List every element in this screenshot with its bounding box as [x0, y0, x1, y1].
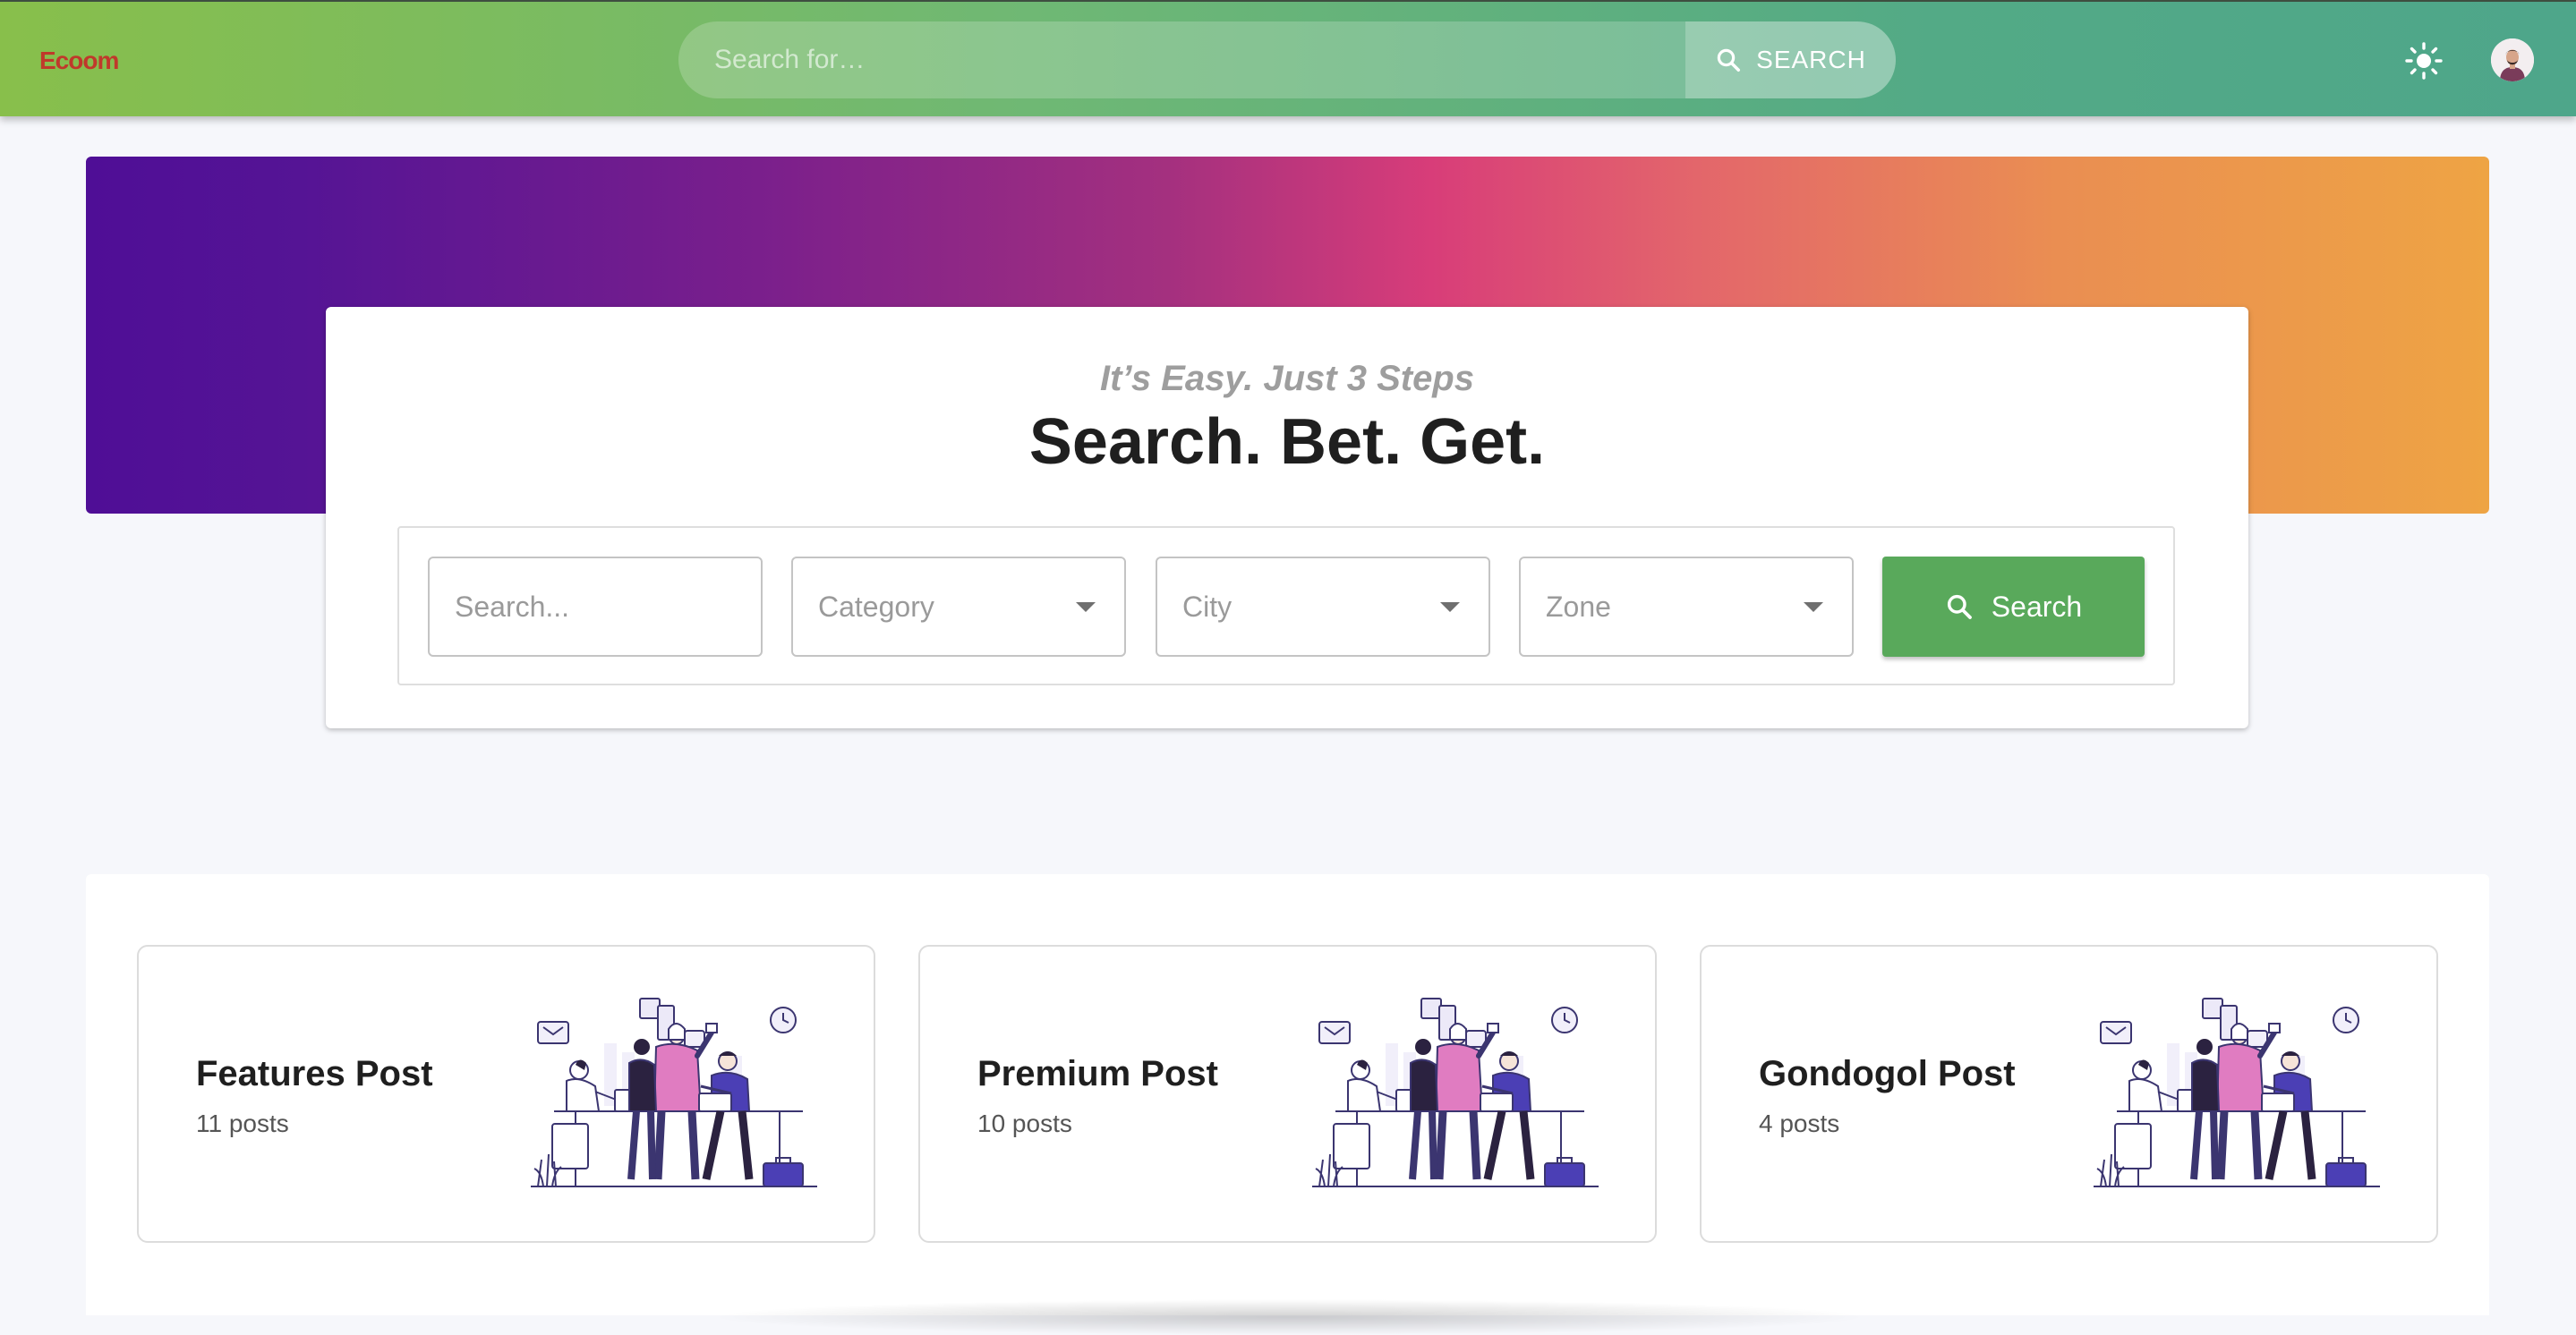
post-category-title: Features Post	[196, 1054, 433, 1093]
keyword-search-input[interactable]	[430, 558, 761, 655]
post-category-title: Gondogol Post	[1759, 1054, 2016, 1093]
floating-element-shadow	[707, 1299, 1871, 1335]
top-search-input[interactable]	[678, 21, 1685, 98]
logo[interactable]: Ecoom	[39, 47, 119, 75]
post-category-count: 10 posts	[977, 1110, 1072, 1137]
post-category-count: 11 posts	[196, 1110, 289, 1137]
category-select[interactable]: Category	[791, 557, 1126, 657]
post-category-card[interactable]: Features Post 11 posts	[137, 945, 875, 1243]
post-category-title: Premium Post	[977, 1054, 1218, 1093]
post-categories-section: Features Post 11 posts Premium Post 10 p…	[86, 874, 2489, 1315]
logo-text: Ecoom	[39, 47, 119, 74]
search-icon	[1947, 594, 1972, 619]
hero-subtitle: It’s Easy. Just 3 Steps	[1100, 359, 1474, 398]
filter-search-button[interactable]: Search	[1882, 557, 2145, 657]
chevron-down-icon	[1440, 602, 1460, 612]
search-filter-panel: Category City Zone Search	[397, 526, 2175, 685]
top-app-bar: Ecoom SEARCH	[0, 0, 2576, 116]
filter-search-button-label: Search	[1991, 590, 2083, 623]
hero-title: Search. Bet. Get.	[1028, 406, 1546, 478]
zone-select[interactable]: Zone	[1519, 557, 1854, 657]
chevron-down-icon	[1076, 602, 1096, 612]
post-category-count: 4 posts	[1759, 1110, 1840, 1137]
city-select-label: City	[1182, 590, 1233, 623]
team-illustration	[531, 998, 817, 1187]
theme-toggle-button[interactable]	[2404, 41, 2444, 81]
post-category-card[interactable]: Gondogol Post 4 posts	[1700, 945, 2438, 1243]
zone-select-label: Zone	[1546, 590, 1611, 623]
top-search-button[interactable]: SEARCH	[1685, 21, 1896, 98]
chevron-down-icon	[1804, 602, 1823, 612]
category-select-label: Category	[818, 590, 934, 623]
hero-search-card: It’s Easy. Just 3 Steps Search. Bet. Get…	[326, 307, 2248, 728]
team-illustration	[1312, 998, 1599, 1187]
city-select[interactable]: City	[1156, 557, 1490, 657]
search-icon	[1717, 48, 1741, 72]
team-illustration	[2094, 998, 2380, 1187]
user-avatar-image	[2491, 38, 2534, 81]
sun-icon	[2405, 42, 2443, 80]
top-search-bar: SEARCH	[678, 21, 1896, 98]
keyword-search-field	[428, 557, 763, 657]
user-avatar[interactable]	[2491, 38, 2534, 81]
post-category-card[interactable]: Premium Post 10 posts	[918, 945, 1657, 1243]
top-search-button-label: SEARCH	[1756, 46, 1866, 73]
